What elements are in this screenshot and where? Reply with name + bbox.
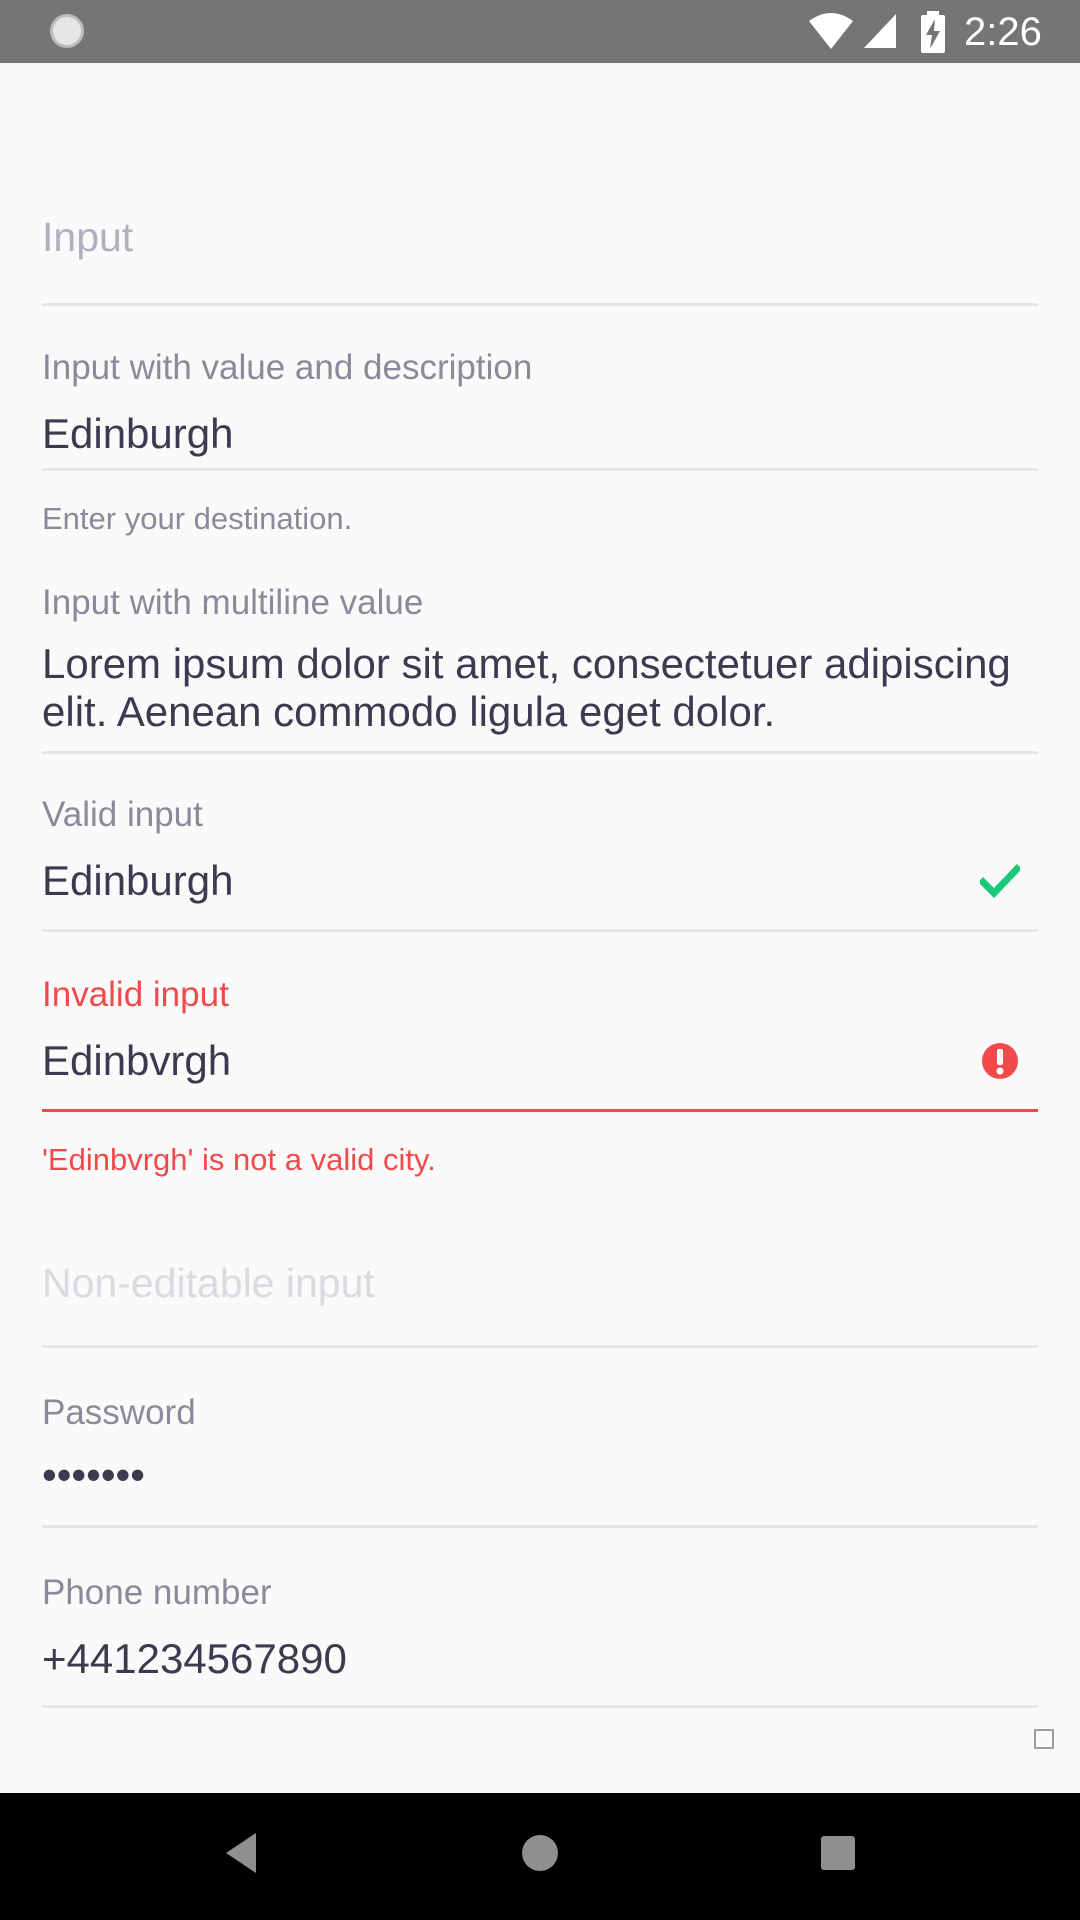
password-underline — [42, 1525, 1038, 1528]
status-bar: 2:26 — [0, 0, 1080, 63]
input-underline — [42, 303, 1038, 306]
phone-underline — [42, 1705, 1038, 1708]
invalid-error-message: 'Edinbvrgh' is not a valid city. — [42, 1142, 436, 1177]
input-placeholder: Input — [42, 214, 134, 260]
wifi-icon — [809, 13, 853, 49]
invalid-label: Invalid input — [42, 975, 229, 1014]
valid-value: Edinburgh — [42, 857, 234, 904]
multiline-label: Input with multiline value — [42, 583, 424, 622]
recents-icon[interactable] — [808, 1823, 868, 1883]
phone-value: +441234567890 — [42, 1635, 347, 1682]
password-value: ••••••• — [42, 1451, 145, 1498]
loader-icon — [50, 14, 84, 48]
invalid-underline — [42, 1109, 1038, 1112]
password-label: Password — [42, 1393, 196, 1432]
input-field[interactable]: Input — [42, 213, 1038, 369]
multiline-underline — [42, 751, 1038, 754]
multiline-value: Lorem ipsum dolor sit amet, consectetuer… — [42, 640, 1011, 735]
invalid-value: Edinbvrgh — [42, 1037, 232, 1084]
battery-charging-icon — [921, 11, 945, 53]
destination-underline — [42, 468, 1038, 471]
destination-label: Input with value and description — [42, 348, 533, 387]
non-editable-underline — [42, 1345, 1038, 1348]
checkbox-icon[interactable] — [1034, 1729, 1054, 1749]
signal-icon — [864, 14, 896, 48]
status-time: 2:26 — [964, 10, 1042, 54]
home-icon[interactable] — [510, 1823, 570, 1883]
valid-label: Valid input — [42, 795, 203, 834]
checkmark-icon — [980, 864, 1020, 899]
error-icon — [982, 1043, 1018, 1079]
destination-description: Enter your destination. — [42, 501, 353, 536]
back-icon[interactable] — [210, 1823, 270, 1883]
phone-label: Phone number — [42, 1573, 272, 1612]
valid-underline — [42, 929, 1038, 932]
non-editable-placeholder: Non-editable input — [42, 1260, 375, 1306]
navigation-bar — [0, 1793, 1080, 1920]
destination-value: Edinburgh — [42, 410, 234, 457]
